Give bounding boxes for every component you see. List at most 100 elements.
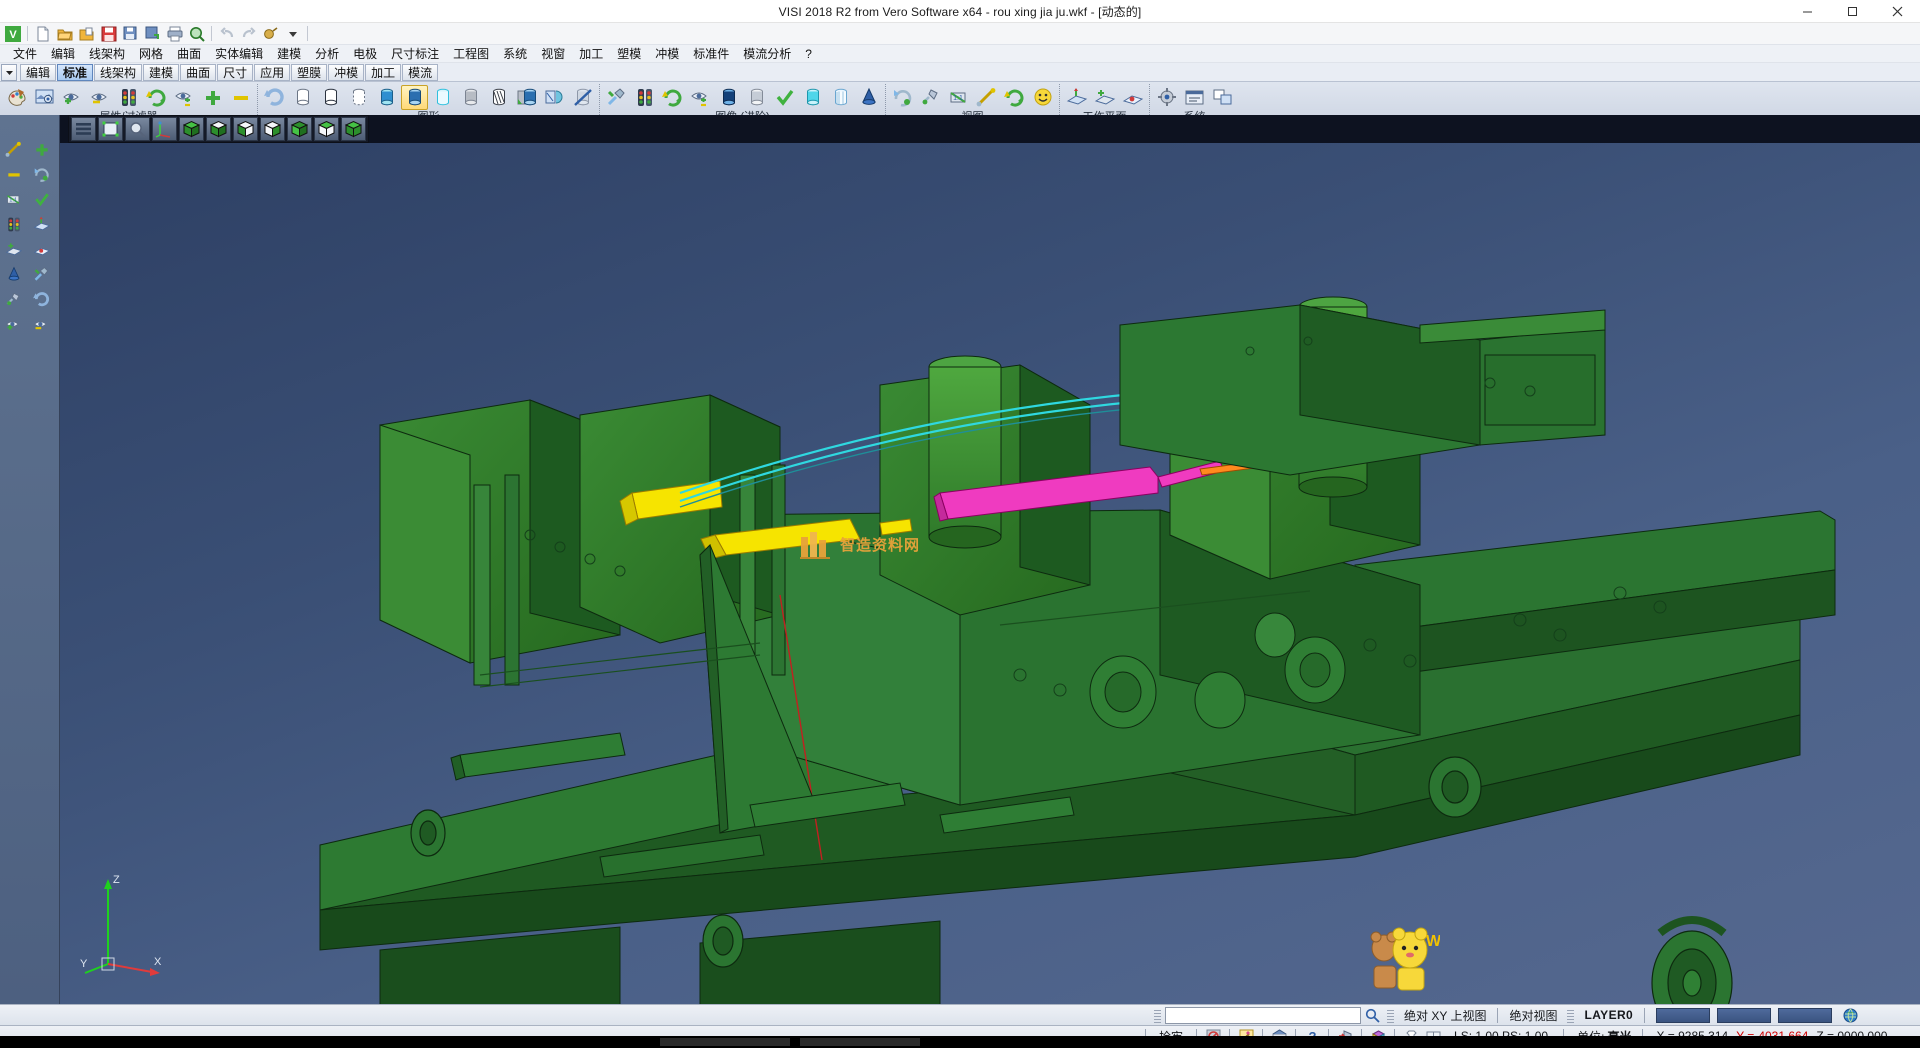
import-file-icon[interactable] — [76, 24, 97, 44]
close-button[interactable] — [1875, 0, 1920, 23]
taskbar-item-2[interactable] — [800, 1038, 920, 1046]
material-cyan-icon[interactable] — [799, 85, 826, 110]
shaded-edges-icon[interactable] — [373, 85, 400, 110]
menu-item-4[interactable]: 曲面 — [170, 45, 208, 63]
move-tool-icon[interactable] — [2, 288, 26, 311]
view-right-icon[interactable] — [260, 117, 285, 141]
save-as-icon[interactable] — [120, 24, 141, 44]
tab-7[interactable]: 塑膜 — [291, 64, 327, 81]
menu-item-18[interactable]: ? — [798, 45, 819, 63]
measure-tool-icon[interactable] — [2, 313, 26, 336]
view-pan-icon[interactable] — [973, 85, 1000, 110]
shaded-grey-icon[interactable] — [457, 85, 484, 110]
tab-0[interactable]: 编辑 — [20, 64, 56, 81]
view-scale-icon[interactable]: 1:1 — [945, 85, 972, 110]
view-redraw-icon[interactable] — [1001, 85, 1028, 110]
taskbar-item-1[interactable] — [660, 1038, 790, 1046]
print-preview-icon[interactable] — [186, 24, 207, 44]
tab-4[interactable]: 曲面 — [180, 64, 216, 81]
view-smiley-icon[interactable] — [1029, 85, 1056, 110]
advanced-tools-icon[interactable] — [603, 85, 630, 110]
view-list-icon[interactable] — [71, 117, 96, 141]
menu-item-17[interactable]: 模流分析 — [736, 45, 798, 63]
menu-item-1[interactable]: 编辑 — [44, 45, 82, 63]
menu-item-2[interactable]: 线架构 — [82, 45, 132, 63]
delete-tool-icon[interactable] — [30, 288, 54, 311]
globe-icon[interactable] — [1839, 1006, 1861, 1025]
mirror-tool-icon[interactable] — [2, 238, 26, 261]
light-traffic-icon[interactable] — [631, 85, 658, 110]
hidden-line-icon[interactable] — [317, 85, 344, 110]
rotate-tool-icon[interactable] — [30, 238, 54, 261]
tab-8[interactable]: 冲模 — [328, 64, 364, 81]
hidden-dashed-icon[interactable] — [345, 85, 372, 110]
no-shade-icon[interactable] — [569, 85, 596, 110]
view-dynamic-icon[interactable] — [917, 85, 944, 110]
remove-visible-icon[interactable] — [227, 85, 254, 110]
layer-visibility-icon[interactable] — [31, 85, 58, 110]
menu-item-16[interactable]: 标准件 — [686, 45, 736, 63]
zoom-dynamic-icon[interactable] — [125, 117, 150, 141]
menu-item-10[interactable]: 工程图 — [446, 45, 496, 63]
layer-label[interactable]: LAYER0 — [1578, 1008, 1639, 1022]
3d-viewport[interactable]: 智造资料网 Z Y X W — [60, 115, 1920, 1004]
menu-item-9[interactable]: 尺寸标注 — [384, 45, 446, 63]
menu-item-15[interactable]: 冲模 — [648, 45, 686, 63]
sys-config-icon[interactable] — [1181, 85, 1208, 110]
transparent-icon[interactable] — [429, 85, 456, 110]
material-glass-icon[interactable] — [827, 85, 854, 110]
tab-9[interactable]: 加工 — [365, 64, 401, 81]
menu-item-8[interactable]: 电极 — [346, 45, 384, 63]
save-copy-icon[interactable] — [142, 24, 163, 44]
view-rotate-icon[interactable] — [889, 85, 916, 110]
arc-tool-icon[interactable] — [2, 163, 26, 186]
settings-icon[interactable] — [260, 24, 281, 44]
chamfer-tool-icon[interactable] — [2, 213, 26, 236]
show-entity-icon[interactable] — [59, 85, 86, 110]
maximize-button[interactable] — [1830, 0, 1875, 23]
open-file-icon[interactable] — [54, 24, 75, 44]
point-tool-icon[interactable] — [2, 138, 26, 161]
wp-define-icon[interactable] — [1063, 85, 1090, 110]
view-front-icon[interactable] — [233, 117, 258, 141]
view-shaded-icon[interactable] — [341, 117, 366, 141]
color-swatch-3[interactable] — [1778, 1008, 1832, 1023]
print-icon[interactable] — [164, 24, 185, 44]
toggle-image-icon[interactable] — [687, 85, 714, 110]
wp-align-icon[interactable] — [1091, 85, 1118, 110]
view-mode-label[interactable]: 绝对 XY 上视图 — [1398, 1007, 1492, 1024]
menu-item-6[interactable]: 建模 — [270, 45, 308, 63]
edit-attributes-icon[interactable] — [3, 85, 30, 110]
tab-2[interactable]: 线架构 — [94, 64, 142, 81]
tab-10[interactable]: 模流 — [402, 64, 438, 81]
apply-check-icon[interactable] — [771, 85, 798, 110]
shaded-solid-icon[interactable] — [401, 85, 428, 110]
tabstrip-dropdown-icon[interactable] — [1, 64, 17, 81]
sys-window-icon[interactable] — [1209, 85, 1236, 110]
curve-tool-icon[interactable] — [30, 163, 54, 186]
copy-tool-icon[interactable] — [30, 263, 54, 286]
save-icon[interactable] — [98, 24, 119, 44]
add-visible-icon[interactable] — [199, 85, 226, 110]
sys-settings-icon[interactable] — [1153, 85, 1180, 110]
overflow-chevron-icon[interactable] — [282, 24, 303, 44]
app-logo-icon[interactable]: V — [2, 24, 23, 44]
line-tool-icon[interactable] — [30, 138, 54, 161]
render-quality-icon[interactable] — [513, 85, 540, 110]
section-icon[interactable] — [485, 85, 512, 110]
menu-item-12[interactable]: 视窗 — [534, 45, 572, 63]
view-left-icon[interactable] — [287, 117, 312, 141]
scale-tool-icon[interactable] — [2, 263, 26, 286]
menu-item-13[interactable]: 加工 — [572, 45, 610, 63]
undo-icon[interactable] — [216, 24, 237, 44]
zoom-window-icon[interactable] — [98, 117, 123, 141]
tab-5[interactable]: 尺寸 — [217, 64, 253, 81]
minimize-button[interactable] — [1785, 0, 1830, 23]
section-tool-icon[interactable] — [30, 313, 54, 336]
magnifier-icon[interactable] — [1361, 1006, 1383, 1025]
view-top-icon[interactable] — [206, 117, 231, 141]
fillet-tool-icon[interactable] — [30, 188, 54, 211]
menu-item-7[interactable]: 分析 — [308, 45, 346, 63]
hide-entity-icon[interactable] — [87, 85, 114, 110]
color-swatch-2[interactable] — [1717, 1008, 1771, 1023]
